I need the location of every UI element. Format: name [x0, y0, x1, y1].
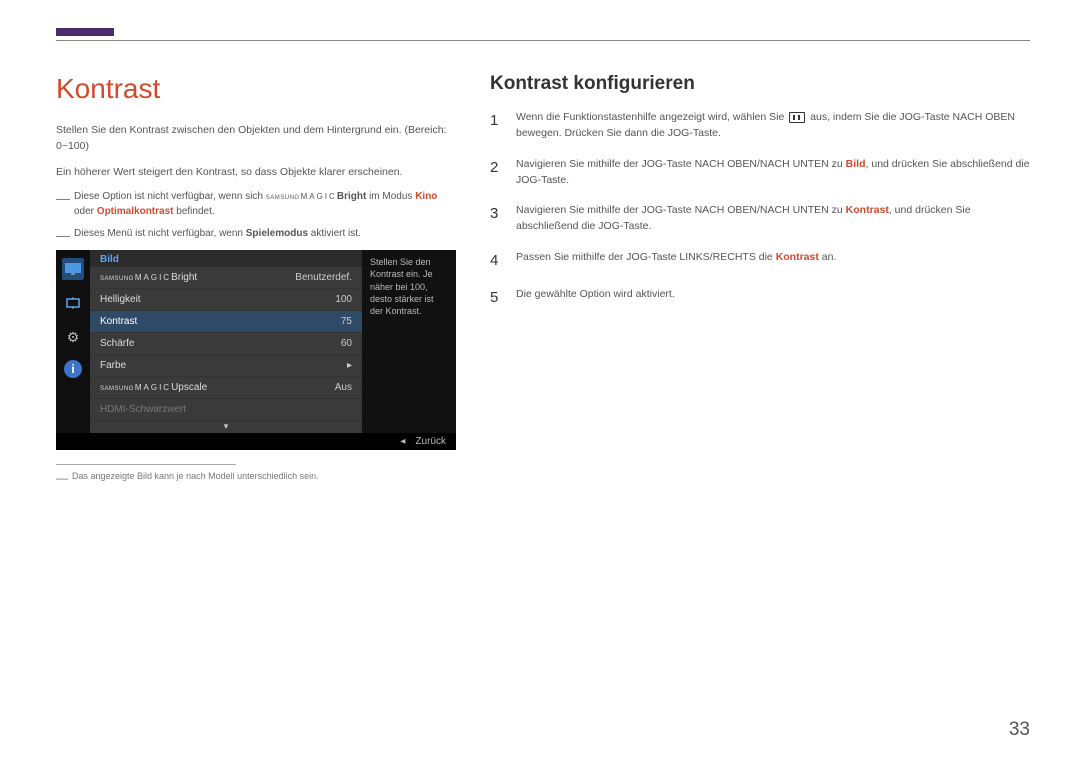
s2a: Navigieren Sie mithilfe der JOG-Taste NA… [516, 158, 846, 170]
note2-bold: Spielemodus [246, 228, 308, 239]
s2bild: Bild [846, 158, 866, 170]
osd-row-value: ▸ [347, 360, 352, 371]
osd-row: SAMSUNGMAGICBrightBenutzerdef. [90, 267, 362, 289]
osd-row-label: Farbe [100, 360, 347, 371]
right-heading: Kontrast konfigurieren [490, 73, 1030, 95]
note1-mid: im Modus [366, 191, 415, 202]
step-5: 5 Die gewählte Option wird aktiviert. [490, 286, 1030, 309]
osd-row-value: Benutzerdef. [295, 272, 352, 283]
note-1: ― Diese Option ist nicht verfügbar, wenn… [56, 190, 456, 219]
s3k: Kontrast [846, 204, 889, 216]
osd-row-label: Schärfe [100, 338, 341, 349]
scroll-down-icon: ▾ [90, 421, 362, 433]
step-num-4: 4 [490, 249, 504, 272]
note1-optimal: Optimalkontrast [97, 206, 174, 217]
osd-row-label: Helligkeit [100, 294, 335, 305]
info-icon: i [64, 360, 82, 378]
osd-row-value: 60 [341, 338, 352, 349]
step-num-3: 3 [490, 202, 504, 235]
osd-row-value: 100 [335, 294, 352, 305]
osd-row-value: Aus [335, 382, 352, 393]
s5: Die gewählte Option wird aktiviert. [516, 286, 1030, 309]
osd-footer: ◂ Zurück [56, 433, 456, 450]
osd-row-label: SAMSUNGMAGICBright [100, 272, 295, 283]
step-num-1: 1 [490, 109, 504, 142]
step-2: 2 Navigieren Sie mithilfe der JOG-Taste … [490, 156, 1030, 189]
s4k: Kontrast [776, 251, 819, 263]
menu-icon [789, 112, 805, 123]
osd-row-label: HDMI-Schwarzwert [100, 404, 352, 415]
left-arrow-icon: ◂ [400, 436, 405, 447]
osd-row-value: 75 [341, 316, 352, 327]
note2-pre: Dieses Menü ist nicht verfügbar, wenn [74, 228, 246, 239]
page-number: 33 [1009, 719, 1030, 741]
osd-row: Helligkeit100 [90, 289, 362, 311]
osd-row: SAMSUNGMAGICUpscaleAus [90, 377, 362, 399]
s4a: Passen Sie mithilfe der JOG-Taste LINKS/… [516, 251, 776, 263]
note1-pre: Diese Option ist nicht verfügbar, wenn s… [74, 191, 263, 202]
note1-kino: Kino [415, 191, 437, 202]
dash-icon: ― [56, 228, 70, 242]
gear-icon: ⚙ [62, 326, 84, 348]
note-2: ― Dieses Menü ist nicht verfügbar, wenn … [56, 227, 456, 242]
dash-icon: ― [56, 191, 70, 219]
s4b: an. [819, 251, 837, 263]
note2-end: aktiviert ist. [308, 228, 361, 239]
osd-row: Farbe▸ [90, 355, 362, 377]
osd-sidebar: ⚙ i [56, 250, 90, 433]
left-heading: Kontrast [56, 73, 456, 105]
step-4: 4 Passen Sie mithilfe der JOG-Taste LINK… [490, 249, 1030, 272]
step-num-2: 2 [490, 156, 504, 189]
osd-row-label: Kontrast [100, 316, 341, 327]
osd-row-label: SAMSUNGMAGICUpscale [100, 382, 335, 393]
magic-main: MAGIC [301, 191, 337, 203]
step-num-5: 5 [490, 286, 504, 309]
picture-icon [62, 258, 84, 280]
osd-row: HDMI-Schwarzwert [90, 399, 362, 421]
step-1: 1 Wenn die Funktionstastenhilfe angezeig… [490, 109, 1030, 142]
s1a: Wenn die Funktionstastenhilfe angezeigt … [516, 111, 787, 123]
accent-bar [56, 28, 114, 36]
display-icon [62, 292, 84, 314]
footnote-text: Das angezeigte Bild kann je nach Modell … [72, 471, 319, 484]
osd-row: Kontrast75 [90, 311, 362, 333]
step-3: 3 Navigieren Sie mithilfe der JOG-Taste … [490, 202, 1030, 235]
osd-help-panel: Stellen Sie den Kontrast ein. Je näher b… [362, 250, 456, 433]
osd-screenshot: ⚙ i Bild SAMSUNGMAGICBrightBenutzerdef.H… [56, 250, 456, 450]
s3a: Navigieren Sie mithilfe der JOG-Taste NA… [516, 204, 846, 216]
osd-title: Bild [90, 250, 362, 267]
intro-text: Stellen Sie den Kontrast zwischen den Ob… [56, 123, 456, 155]
osd-back-label: Zurück [415, 436, 446, 447]
footnote-rule [56, 464, 236, 465]
intro-line2: Ein höherer Wert steigert den Kontrast, … [56, 165, 456, 181]
top-rule [56, 40, 1030, 41]
note1-end: befindet. [173, 206, 214, 217]
note1-oder: oder [74, 206, 97, 217]
osd-row: Schärfe60 [90, 333, 362, 355]
footnote: ― Das angezeigte Bild kann je nach Model… [56, 471, 456, 484]
note1-bright: Bright [337, 191, 366, 202]
magic-sup: SAMSUNG [266, 194, 300, 203]
